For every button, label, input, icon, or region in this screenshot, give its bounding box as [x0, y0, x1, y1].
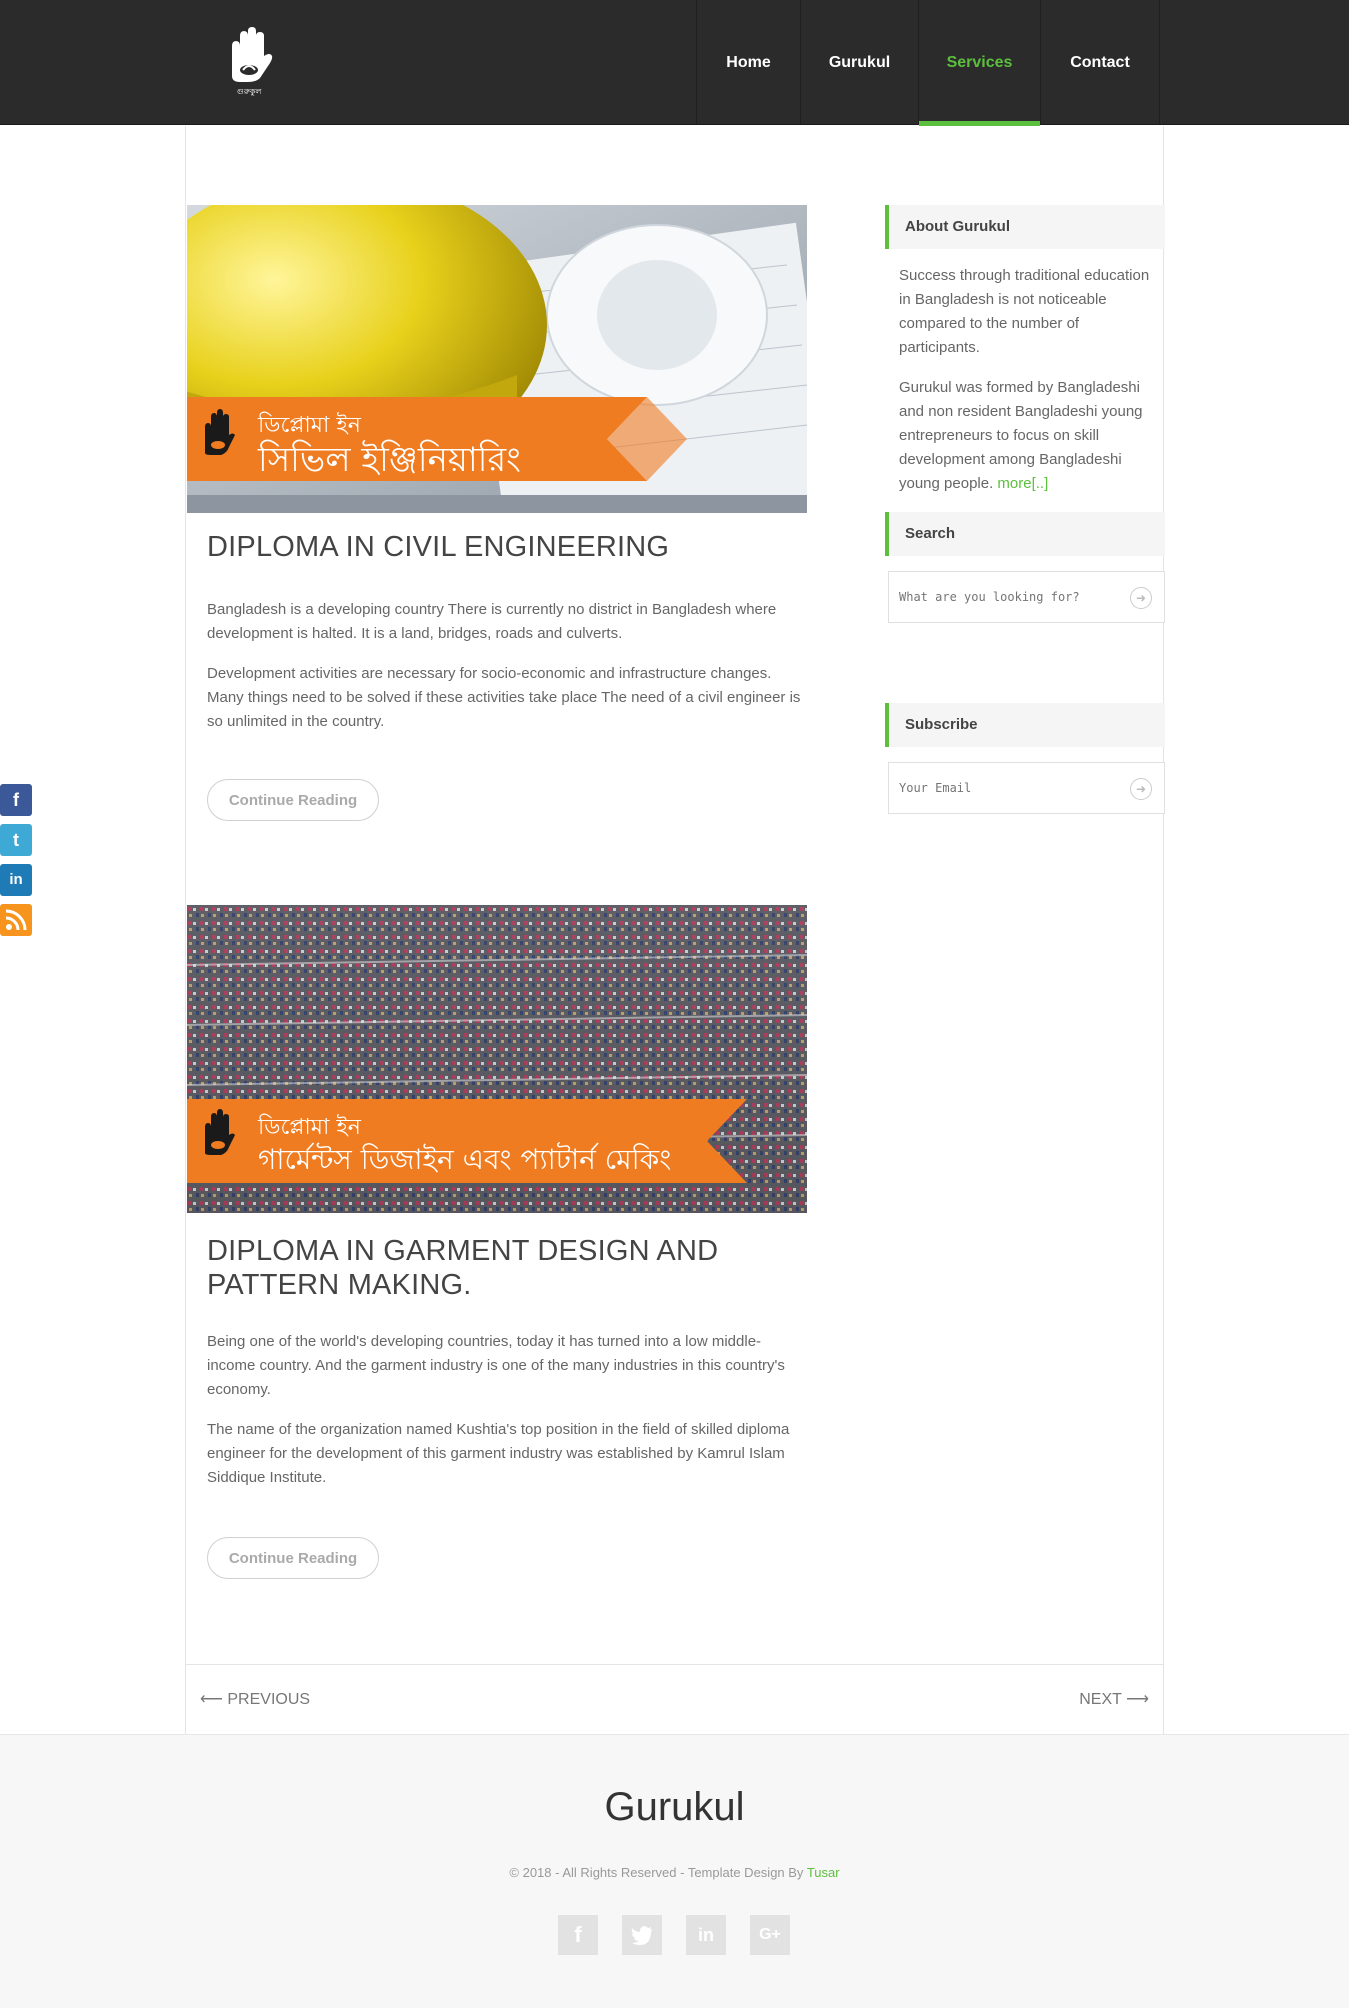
google-plus-icon[interactable]: G+	[750, 1915, 790, 1955]
arrow-right-icon[interactable]: ➜	[1130, 778, 1152, 800]
search-box: ➜	[888, 571, 1165, 623]
nav-services[interactable]: Services	[918, 0, 1040, 126]
post-paragraph: Being one of the world's developing coun…	[207, 1333, 785, 1398]
subscribe-box: ➜	[888, 762, 1165, 814]
about-more-link[interactable]: more[..]	[997, 475, 1048, 492]
main-nav: Home Gurukul Services Contact	[696, 0, 1160, 126]
post-paragraph: The name of the organization named Kusht…	[207, 1421, 790, 1486]
facebook-icon[interactable]: f	[0, 784, 32, 816]
svg-text:গুরুকুল: গুরুকুল	[237, 87, 263, 96]
continue-reading-button[interactable]: Continue Reading	[207, 1537, 379, 1579]
nav-contact[interactable]: Contact	[1040, 0, 1160, 125]
linkedin-icon[interactable]: in	[0, 864, 32, 896]
nav-gurukul[interactable]: Gurukul	[800, 0, 918, 125]
continue-reading-button[interactable]: Continue Reading	[207, 779, 379, 821]
social-sidebar: f t in	[0, 784, 34, 944]
post-title-line: DIPLOMA IN GARMENT DESIGN AND	[207, 1235, 719, 1267]
post-paragraph: Bangladesh is a developing country There…	[207, 601, 777, 642]
banner-large-text: সিভিল ইঞ্জিনিয়ারিং	[258, 440, 521, 480]
about-paragraph: Gurukul was formed by Bangladeshi and no…	[899, 376, 1161, 496]
post-title[interactable]: DIPLOMA IN GARMENT DESIGN AND PATTERN MA…	[207, 1234, 787, 1302]
twitter-icon[interactable]: t	[0, 824, 32, 856]
twitter-icon[interactable]	[622, 1915, 662, 1955]
pager-divider	[186, 1664, 1163, 1665]
facebook-icon[interactable]: f	[558, 1915, 598, 1955]
gurukul-logo[interactable]: গুরুকুল	[222, 26, 276, 98]
search-input[interactable]	[899, 572, 1119, 622]
nav-home[interactable]: Home	[696, 0, 800, 125]
linkedin-icon[interactable]: in	[686, 1915, 726, 1955]
previous-page-link[interactable]: ⟵ PREVIOUS	[200, 1689, 310, 1709]
banner-large-text: গার্মেন্টস ডিজাইন এবং প্যাটার্ন মেকিং	[258, 1143, 672, 1176]
copyright-text: © 2018 - All Rights Reserved - Template …	[509, 1865, 804, 1880]
arrow-right-icon[interactable]: ➜	[1130, 587, 1152, 609]
footer-copyright: © 2018 - All Rights Reserved - Template …	[0, 1865, 1349, 1880]
footer-title: Gurukul	[604, 1785, 745, 1829]
widget-title-search: Search	[885, 512, 1165, 556]
rss-icon[interactable]	[0, 904, 32, 936]
post-paragraph: Development activities are necessary for…	[207, 665, 801, 730]
post-title[interactable]: DIPLOMA IN CIVIL ENGINEERING	[207, 530, 787, 564]
main-content: ডিপ্লোমা ইন সিভিল ইঞ্জিনিয়ারিং DIPLOMA …	[185, 126, 1165, 1734]
next-page-link[interactable]: NEXT ⟶	[1079, 1689, 1149, 1709]
widget-title-subscribe: Subscribe	[885, 703, 1165, 747]
email-input[interactable]	[899, 763, 1119, 813]
author-link[interactable]: Tusar	[807, 1865, 840, 1880]
post-title-line: PATTERN MAKING.	[207, 1269, 472, 1301]
site-header: গুরুকুল Home Gurukul Services Contact	[0, 0, 1349, 126]
about-paragraph: Success through traditional education in…	[899, 267, 1150, 356]
widget-title-about: About Gurukul	[885, 205, 1165, 249]
site-footer: Gurukul © 2018 - All Rights Reserved - T…	[0, 1734, 1349, 2008]
footer-social: f in G+	[558, 1915, 790, 1955]
